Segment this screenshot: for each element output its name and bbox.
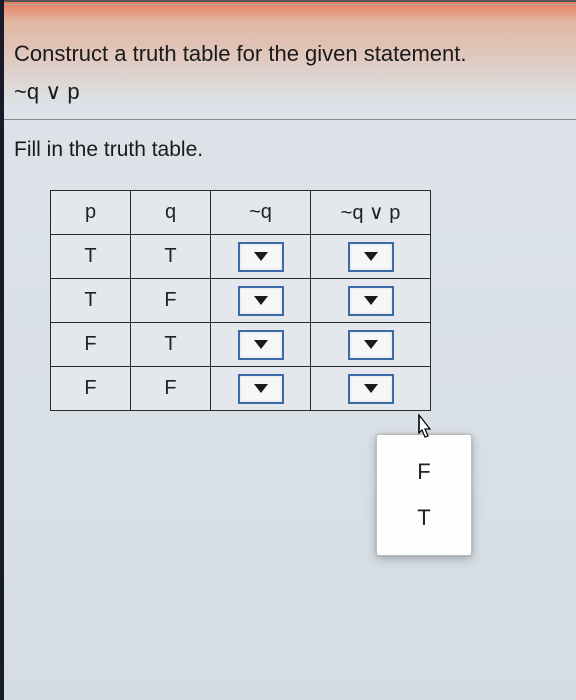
dropdown-not-q-row3[interactable] bbox=[238, 330, 284, 360]
dropdown-not-q-row4[interactable] bbox=[238, 374, 284, 404]
fill-instruction: Fill in the truth table. bbox=[14, 138, 562, 162]
sub-divider bbox=[0, 4, 576, 5]
chevron-down-icon bbox=[254, 252, 268, 261]
dropdown-option-t[interactable]: T bbox=[377, 495, 471, 541]
header-q: q bbox=[131, 191, 211, 235]
cell-not-q bbox=[211, 279, 311, 323]
dropdown-nqvp-row1[interactable] bbox=[348, 242, 394, 272]
chevron-down-icon bbox=[364, 384, 378, 393]
chevron-down-icon bbox=[254, 384, 268, 393]
cell-not-q-or-p bbox=[311, 323, 431, 367]
table-row: T F bbox=[51, 279, 431, 323]
cell-not-q bbox=[211, 367, 311, 411]
cell-not-q bbox=[211, 235, 311, 279]
cell-p: T bbox=[51, 279, 131, 323]
truth-table-wrap: p q ~q ~q ∨ p T T bbox=[50, 190, 562, 411]
dropdown-nqvp-row2[interactable] bbox=[348, 286, 394, 316]
dropdown-nqvp-row3[interactable] bbox=[348, 330, 394, 360]
table-header-row: p q ~q ~q ∨ p bbox=[51, 191, 431, 235]
cell-p: F bbox=[51, 367, 131, 411]
cell-q: F bbox=[131, 279, 211, 323]
dropdown-nqvp-row4[interactable] bbox=[348, 374, 394, 404]
chevron-down-icon bbox=[254, 296, 268, 305]
cell-q: T bbox=[131, 323, 211, 367]
chevron-down-icon bbox=[364, 296, 378, 305]
dropdown-option-f[interactable]: F bbox=[377, 449, 471, 495]
truth-table: p q ~q ~q ∨ p T T bbox=[50, 190, 431, 411]
cell-p: F bbox=[51, 323, 131, 367]
dropdown-menu-open: F T bbox=[376, 434, 472, 556]
cell-not-q-or-p bbox=[311, 367, 431, 411]
cell-p: T bbox=[51, 235, 131, 279]
header-p: p bbox=[51, 191, 131, 235]
chevron-down-icon bbox=[364, 340, 378, 349]
table-row: F T bbox=[51, 323, 431, 367]
cell-q: F bbox=[131, 367, 211, 411]
instruction-text: Construct a truth table for the given st… bbox=[14, 41, 562, 67]
dropdown-not-q-row1[interactable] bbox=[238, 242, 284, 272]
dropdown-not-q-row2[interactable] bbox=[238, 286, 284, 316]
header-not-q-or-p: ~q ∨ p bbox=[311, 191, 431, 235]
cell-not-q bbox=[211, 323, 311, 367]
expression-text: ~q ∨ p bbox=[14, 79, 562, 105]
cell-q: T bbox=[131, 235, 211, 279]
divider bbox=[0, 119, 576, 120]
chevron-down-icon bbox=[364, 252, 378, 261]
top-divider bbox=[0, 0, 576, 2]
header-not-q: ~q bbox=[211, 191, 311, 235]
chevron-down-icon bbox=[254, 340, 268, 349]
cell-not-q-or-p bbox=[311, 279, 431, 323]
table-row: F F bbox=[51, 367, 431, 411]
window-left-edge bbox=[0, 0, 4, 700]
cell-not-q-or-p bbox=[311, 235, 431, 279]
question-content: Construct a truth table for the given st… bbox=[0, 21, 576, 411]
table-row: T T bbox=[51, 235, 431, 279]
